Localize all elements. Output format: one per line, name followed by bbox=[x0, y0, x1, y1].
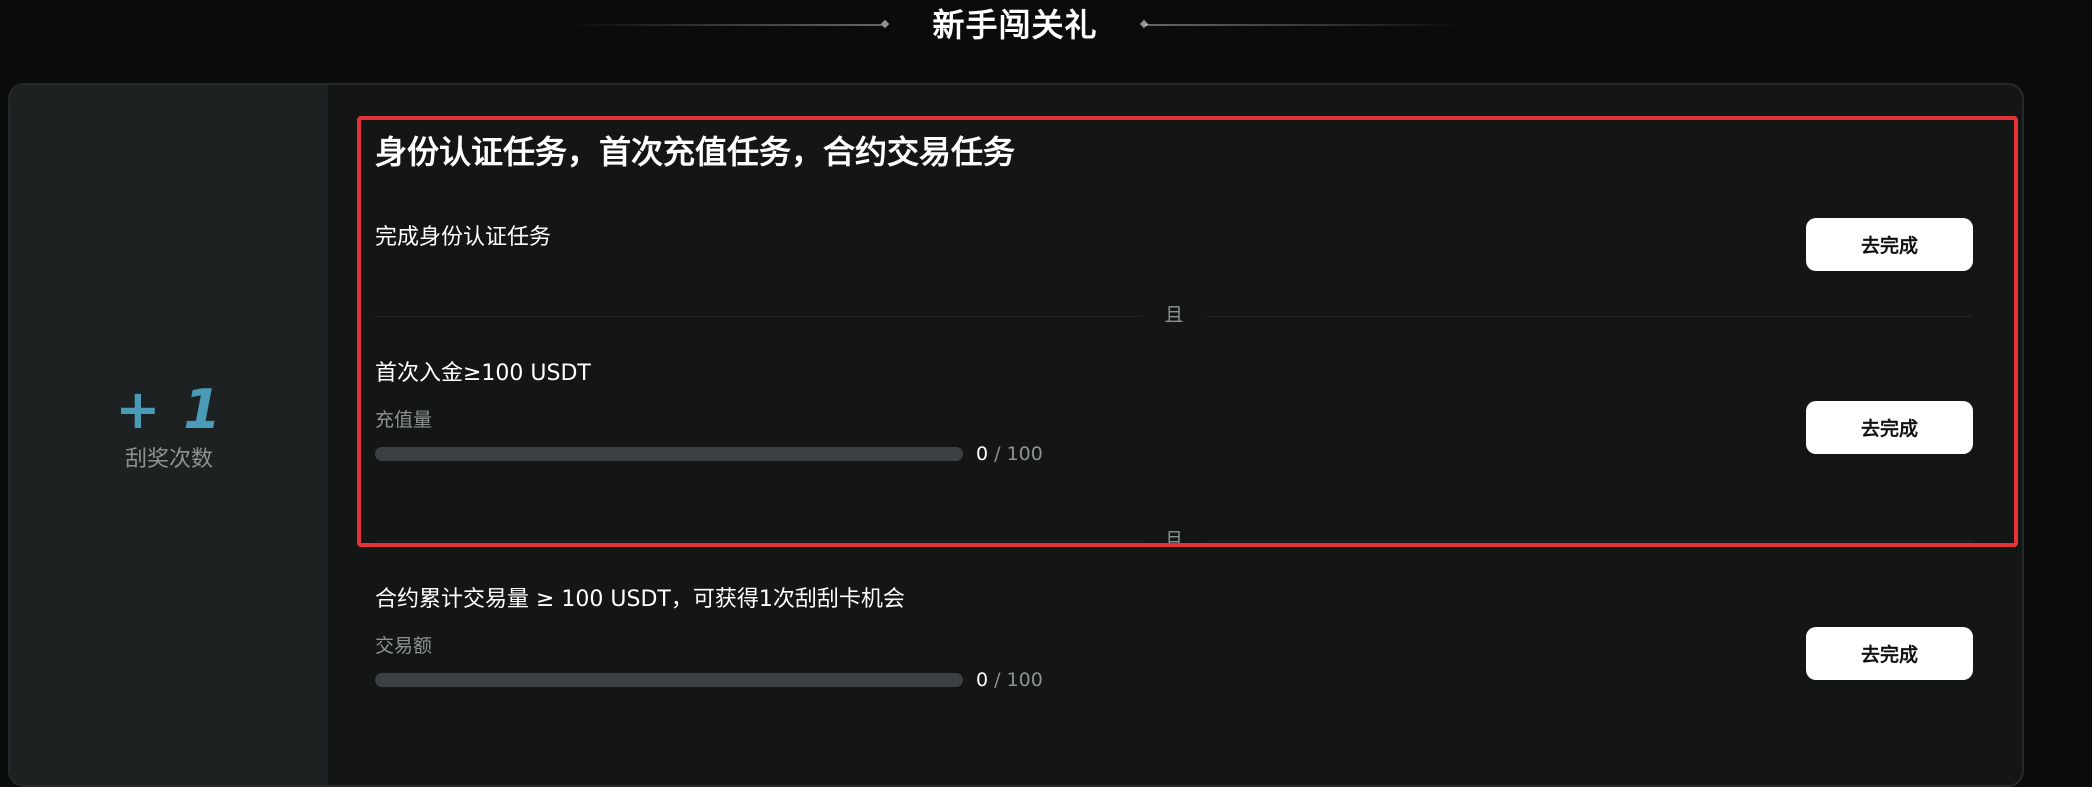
section-title: 身份认证任务，首次充值任务，合约交易任务 bbox=[375, 133, 1016, 171]
task-identity-title: 完成身份认证任务 bbox=[375, 225, 552, 250]
progress-current: 0 bbox=[976, 443, 989, 465]
divider-label: 且 bbox=[1164, 529, 1184, 551]
progress-total: 100 bbox=[1006, 443, 1043, 465]
divider-label: 且 bbox=[1164, 304, 1184, 326]
task-deposit-progress-bar bbox=[375, 447, 963, 461]
task-identity-complete-button[interactable]: 去完成 bbox=[1806, 218, 1973, 271]
progress-total: 100 bbox=[1006, 669, 1043, 691]
task-deposit-complete-button[interactable]: 去完成 bbox=[1806, 401, 1973, 454]
progress-current: 0 bbox=[976, 669, 989, 691]
task-contract-complete-button[interactable]: 去完成 bbox=[1806, 627, 1973, 680]
task-contract-title: 合约累计交易量 ≥ 100 USDT，可获得1次刮刮卡机会 bbox=[375, 587, 905, 612]
page-header: 新手闯关礼 bbox=[0, 0, 2092, 52]
task-deposit-progress-label: 充值量 bbox=[375, 409, 433, 431]
page-title: 新手闯关礼 bbox=[932, 6, 1098, 44]
task-deposit-progress-text: 0 / 100 bbox=[976, 443, 1043, 465]
header-decoration-right bbox=[1145, 24, 1465, 26]
task-contract-progress-text: 0 / 100 bbox=[976, 669, 1043, 691]
header-diamond-left-icon bbox=[880, 19, 890, 29]
reward-count: + 1 bbox=[115, 378, 223, 441]
task-deposit-title: 首次入金≥100 USDT bbox=[375, 361, 591, 386]
header-decoration-left bbox=[565, 24, 885, 26]
reward-panel: + 1 刮奖次数 bbox=[10, 85, 328, 785]
task-contract-progress-bar bbox=[375, 673, 963, 687]
reward-label: 刮奖次数 bbox=[124, 447, 213, 472]
task-contract-progress-label: 交易额 bbox=[375, 635, 433, 657]
